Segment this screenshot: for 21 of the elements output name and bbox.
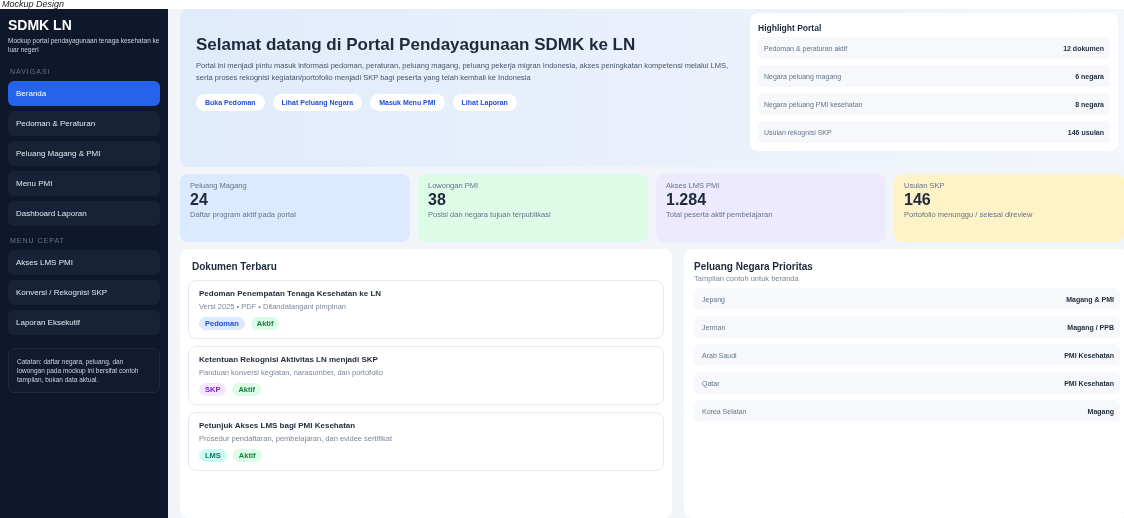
stat-value: 24 xyxy=(190,191,209,209)
nav-item[interactable]: Laporan Eksekutif xyxy=(8,310,160,335)
document-title: Pedoman Penempatan Tenaga Kesehatan ke LN xyxy=(199,289,383,298)
document-title: Ketentuan Rekognisi Aktivitas LN menjadi SKP xyxy=(199,355,379,364)
stat-value: 38 xyxy=(428,191,447,209)
caption-text: Mockup Design xyxy=(1,0,66,9)
nav-item[interactable]: Konversi / Rekognisi SKP xyxy=(8,280,160,305)
brand-title: SDMK LN xyxy=(8,17,73,33)
stat-value: 146 xyxy=(904,191,932,209)
card-title: Peluang Negara Prioritas xyxy=(694,261,814,272)
nav-item[interactable]: Peluang Magang & PMI xyxy=(8,141,160,166)
card-title: Dokumen Terbaru xyxy=(192,261,278,272)
stat-value: 1.284 xyxy=(666,191,708,209)
nav-item[interactable]: Akses LMS PMI xyxy=(8,250,160,275)
nav-item[interactable]: Beranda xyxy=(8,81,160,106)
nav-item[interactable]: Dashboard Laporan xyxy=(8,201,160,226)
nav-item[interactable]: Menu PMI xyxy=(8,171,160,196)
document-title: Petunjuk Akses LMS bagi PMI Kesehatan xyxy=(199,421,357,430)
nav-item[interactable]: Pedoman & Peraturan xyxy=(8,111,160,136)
card-title: Highlight Portal xyxy=(758,23,823,33)
hero-title: Selamat datang di Portal Pendayagunaan SDMK ke LN xyxy=(196,35,637,55)
